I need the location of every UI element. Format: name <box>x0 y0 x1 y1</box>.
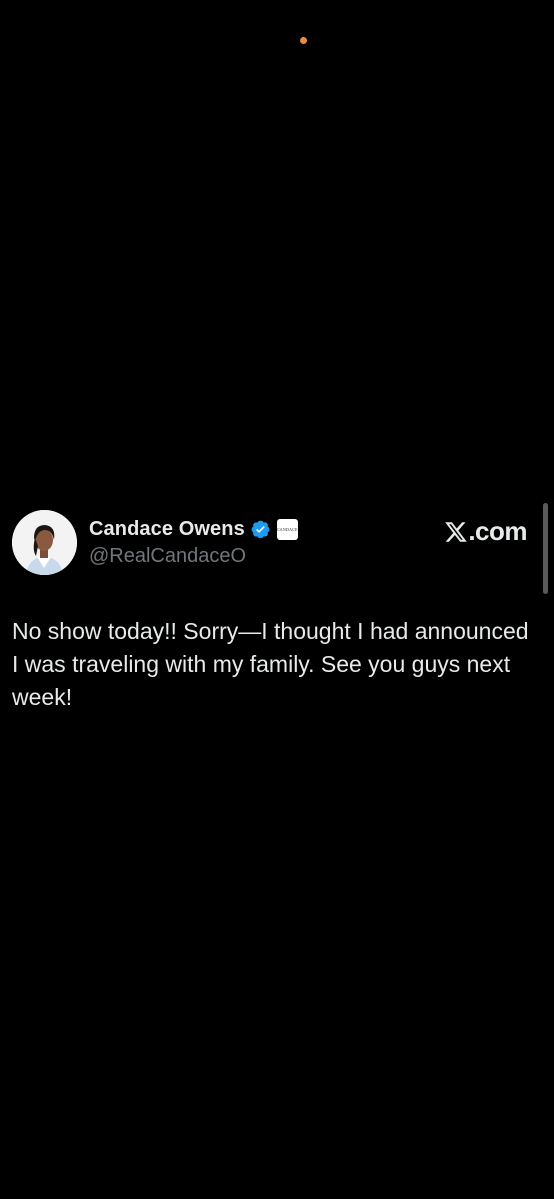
x-com-link[interactable]: .com <box>444 516 527 547</box>
affiliate-badge[interactable]: CANDACE <box>276 518 298 540</box>
tweet-text: No show today!! Sorry—I thought I had an… <box>12 618 529 710</box>
user-handle[interactable]: @RealCandaceO <box>89 545 298 568</box>
tweet-card: Candace Owens CANDACE @RealCandaceO .com… <box>12 510 532 714</box>
status-indicator-dot <box>300 37 307 44</box>
author-info: Candace Owens CANDACE @RealCandaceO <box>89 516 298 568</box>
avatar[interactable] <box>12 510 77 575</box>
x-com-text: .com <box>468 516 527 546</box>
x-logo-icon <box>444 520 468 544</box>
scrollbar[interactable] <box>543 503 548 594</box>
verified-badge-icon <box>250 519 271 540</box>
display-name[interactable]: Candace Owens <box>89 518 245 541</box>
tweet-header: Candace Owens CANDACE @RealCandaceO .com <box>12 510 532 576</box>
avatar-image <box>12 510 77 575</box>
name-row: Candace Owens CANDACE <box>89 516 298 542</box>
